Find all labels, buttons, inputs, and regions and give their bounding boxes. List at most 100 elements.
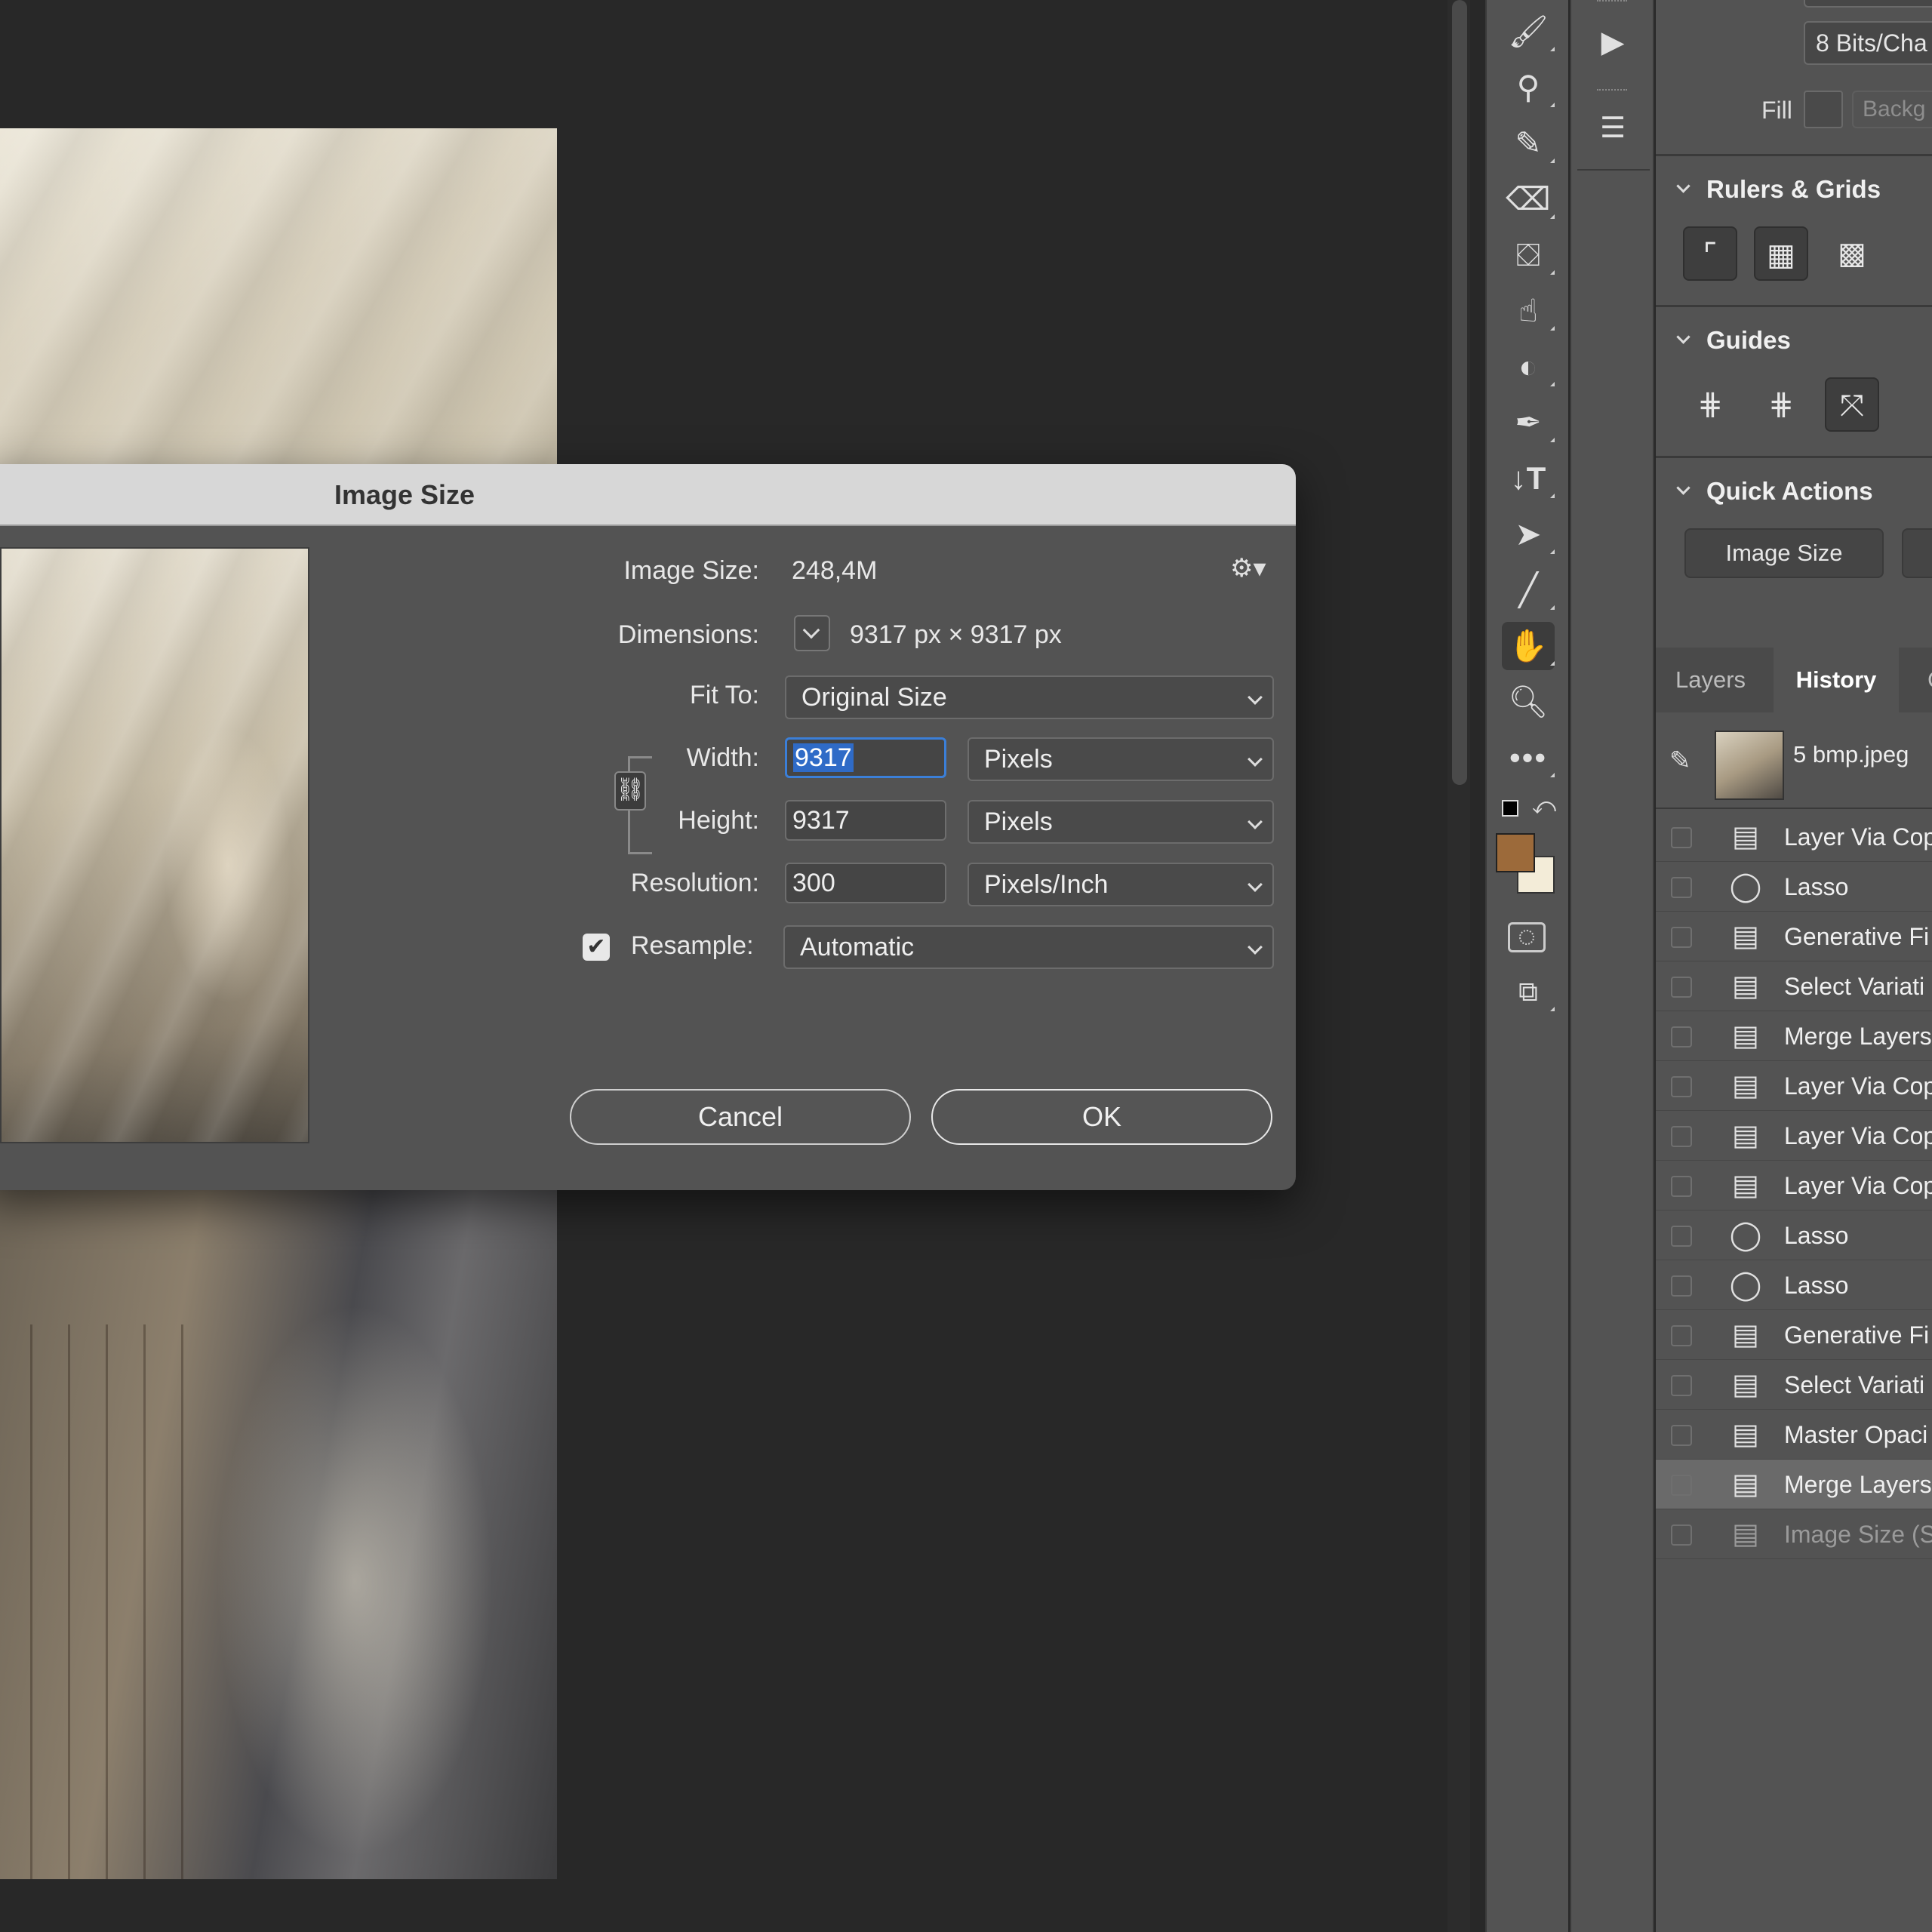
history-item[interactable]: ◯ Lasso [1656,862,1932,912]
height-input[interactable]: 9317 [785,800,946,841]
dodge-icon[interactable]: ◐ [1502,343,1555,391]
hand-icon[interactable]: ✋ [1502,622,1555,670]
mode-select[interactable] [1804,0,1932,8]
history-item[interactable]: ▤ Select Variati [1656,1360,1932,1410]
history-item[interactable]: ▤ Layer Via Cop [1656,1111,1932,1161]
history-item[interactable]: ▤ Layer Via Cop [1656,1061,1932,1111]
path-select-icon[interactable]: ➤ [1502,510,1555,558]
ok-button[interactable]: OK [931,1089,1272,1145]
history-item-checkbox[interactable] [1671,1524,1692,1546]
image-preview[interactable] [0,547,309,1143]
swap-colors-icon[interactable]: ⤺ [1532,794,1556,820]
history-item-checkbox[interactable] [1671,1275,1692,1297]
eraser-icon[interactable]: ⌫ [1502,175,1555,223]
history-item-checkbox[interactable] [1671,1126,1692,1147]
history-item-label: Merge Layers [1784,1471,1932,1498]
history-item[interactable]: ▤ Layer Via Cop [1656,1161,1932,1211]
history-item[interactable]: ▤ Image Size (S [1656,1509,1932,1559]
history-item-checkbox[interactable] [1671,1325,1692,1346]
zoom-icon[interactable]: 🔍︎ [1502,678,1555,726]
tab-history[interactable]: History [1774,648,1899,712]
bit-depth-select[interactable]: 8 Bits/Cha [1804,21,1932,65]
history-item-checkbox[interactable] [1671,1226,1692,1247]
chevron-down-icon [1247,814,1263,829]
constrain-proportions-link-icon[interactable]: ⛓ [614,771,646,811]
history-item-checkbox[interactable] [1671,877,1692,898]
guides-icon[interactable]: ⋕ [1683,377,1737,432]
pixel-grid-icon[interactable]: ▩ [1825,226,1879,281]
history-brush-icon[interactable]: ✎ [1502,119,1555,168]
history-snapshot-row[interactable]: ✎ 5 bmp.jpeg [1656,712,1932,809]
document-icon: ▤ [1732,971,1759,1002]
drag-handle[interactable] [1597,89,1627,97]
history-item-checkbox[interactable] [1671,1026,1692,1048]
history-item-checkbox[interactable] [1671,977,1692,998]
width-unit-select[interactable]: Pixels [968,737,1274,781]
resample-select[interactable]: Automatic [783,925,1274,969]
tab-channels[interactable]: C [1908,648,1932,712]
paint-bucket-icon[interactable]: ⛋ [1502,231,1555,279]
grid-icon[interactable]: ▦ [1754,226,1808,281]
resolution-unit-select[interactable]: Pixels/Inch [968,863,1274,906]
resample-checkbox[interactable]: ✔ [583,934,610,961]
history-item-label: Generative Fi [1784,1321,1930,1349]
height-unit-select[interactable]: Pixels [968,800,1274,844]
history-brush-source-icon[interactable]: ✎ [1669,746,1691,776]
smudge-icon[interactable]: ☝ [1502,287,1555,335]
cancel-button[interactable]: Cancel [570,1089,911,1145]
fill-select[interactable]: Backg [1852,91,1932,128]
foreground-color-swatch[interactable] [1496,833,1535,872]
image-size-value: 248,4M [792,556,878,585]
height-value: 9317 [792,806,850,835]
history-item-checkbox[interactable] [1671,1375,1692,1396]
screen-mode-icon[interactable]: ⧉ [1502,968,1555,1016]
quick-mask-icon[interactable] [1508,922,1546,952]
pen-icon[interactable]: ✒ [1502,398,1555,447]
brush-icon[interactable]: 🖌 [1502,8,1555,56]
stamp-icon[interactable]: ⚲ [1502,63,1555,112]
history-item-checkbox[interactable] [1671,1425,1692,1446]
type-icon[interactable]: ↓T [1502,454,1555,503]
history-item[interactable]: ▤ Master Opaci [1656,1410,1932,1460]
history-item[interactable]: ◯ Lasso [1656,1260,1932,1310]
fill-label: Fill [1761,97,1792,124]
quick-action-image-size-button[interactable]: Image Size [1684,528,1884,578]
default-colors-icon[interactable] [1502,800,1518,817]
rulers-grids-title[interactable]: Rulers & Grids [1706,175,1881,204]
more-icon[interactable]: ••• [1502,734,1555,782]
history-item[interactable]: ◯ Lasso [1656,1211,1932,1260]
guides-title[interactable]: Guides [1706,326,1791,355]
resolution-input[interactable]: 300 [785,863,946,903]
chevron-down-icon[interactable] [1676,330,1690,344]
quick-action-button-2[interactable] [1902,528,1932,578]
history-item-label: Generative Fi [1784,923,1930,950]
history-item-checkbox[interactable] [1671,1176,1692,1197]
clone-source-icon[interactable]: ☰ [1586,104,1639,152]
history-item-checkbox[interactable] [1671,927,1692,948]
history-item-checkbox[interactable] [1671,827,1692,848]
drag-handle[interactable] [1597,0,1627,8]
rulers-icon[interactable]: ⌜ [1683,226,1737,281]
gear-icon[interactable]: ⚙▾ [1230,553,1268,588]
quick-actions-title[interactable]: Quick Actions [1706,477,1873,506]
history-item[interactable]: ▤ Merge Layers [1656,1011,1932,1061]
history-item[interactable]: ▤ Generative Fi [1656,1310,1932,1360]
chevron-down-icon[interactable] [1676,179,1690,193]
dimensions-unit-dropdown[interactable] [794,615,830,651]
canvas-scrollbar-thumb[interactable] [1452,0,1467,785]
history-item-checkbox[interactable] [1671,1076,1692,1097]
history-item-checkbox[interactable] [1671,1475,1692,1496]
history-item[interactable]: ▤ Layer Via Cop [1656,812,1932,862]
history-item[interactable]: ▤ Merge Layers [1656,1460,1932,1509]
smart-guides-icon[interactable]: ⤧ [1825,377,1879,432]
history-item[interactable]: ▤ Select Variati [1656,961,1932,1011]
line-icon[interactable]: ╱ [1502,566,1555,614]
chevron-down-icon[interactable] [1676,481,1690,495]
history-item[interactable]: ▤ Generative Fi [1656,912,1932,961]
fill-swatch[interactable] [1804,91,1843,128]
tab-layers[interactable]: Layers [1656,648,1765,712]
fit-to-select[interactable]: Original Size [785,675,1274,719]
lock-guides-icon[interactable]: ⋕ [1754,377,1808,432]
width-input[interactable]: 9317 [785,737,946,778]
play-icon[interactable]: ▶ [1586,18,1639,66]
